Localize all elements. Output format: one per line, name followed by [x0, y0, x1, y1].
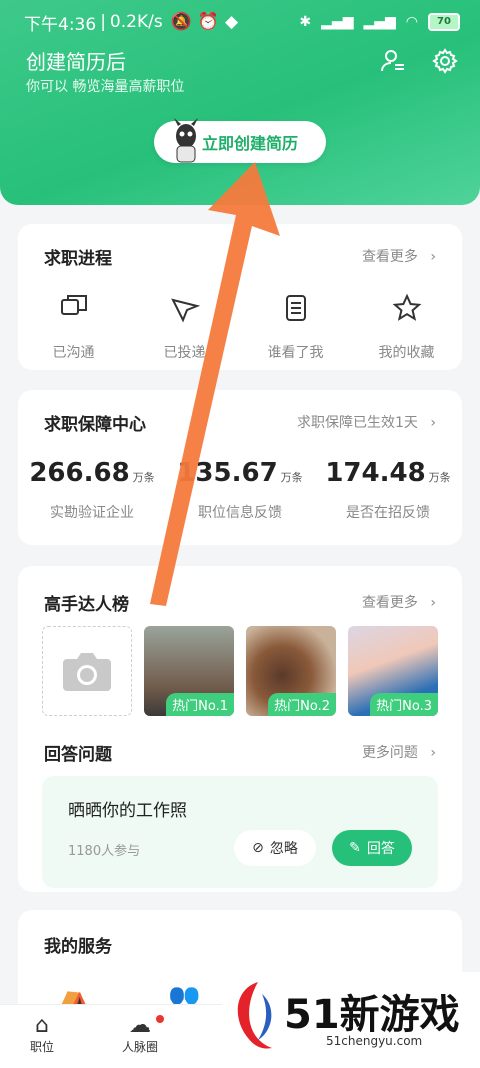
arrow-annotation [150, 162, 280, 606]
